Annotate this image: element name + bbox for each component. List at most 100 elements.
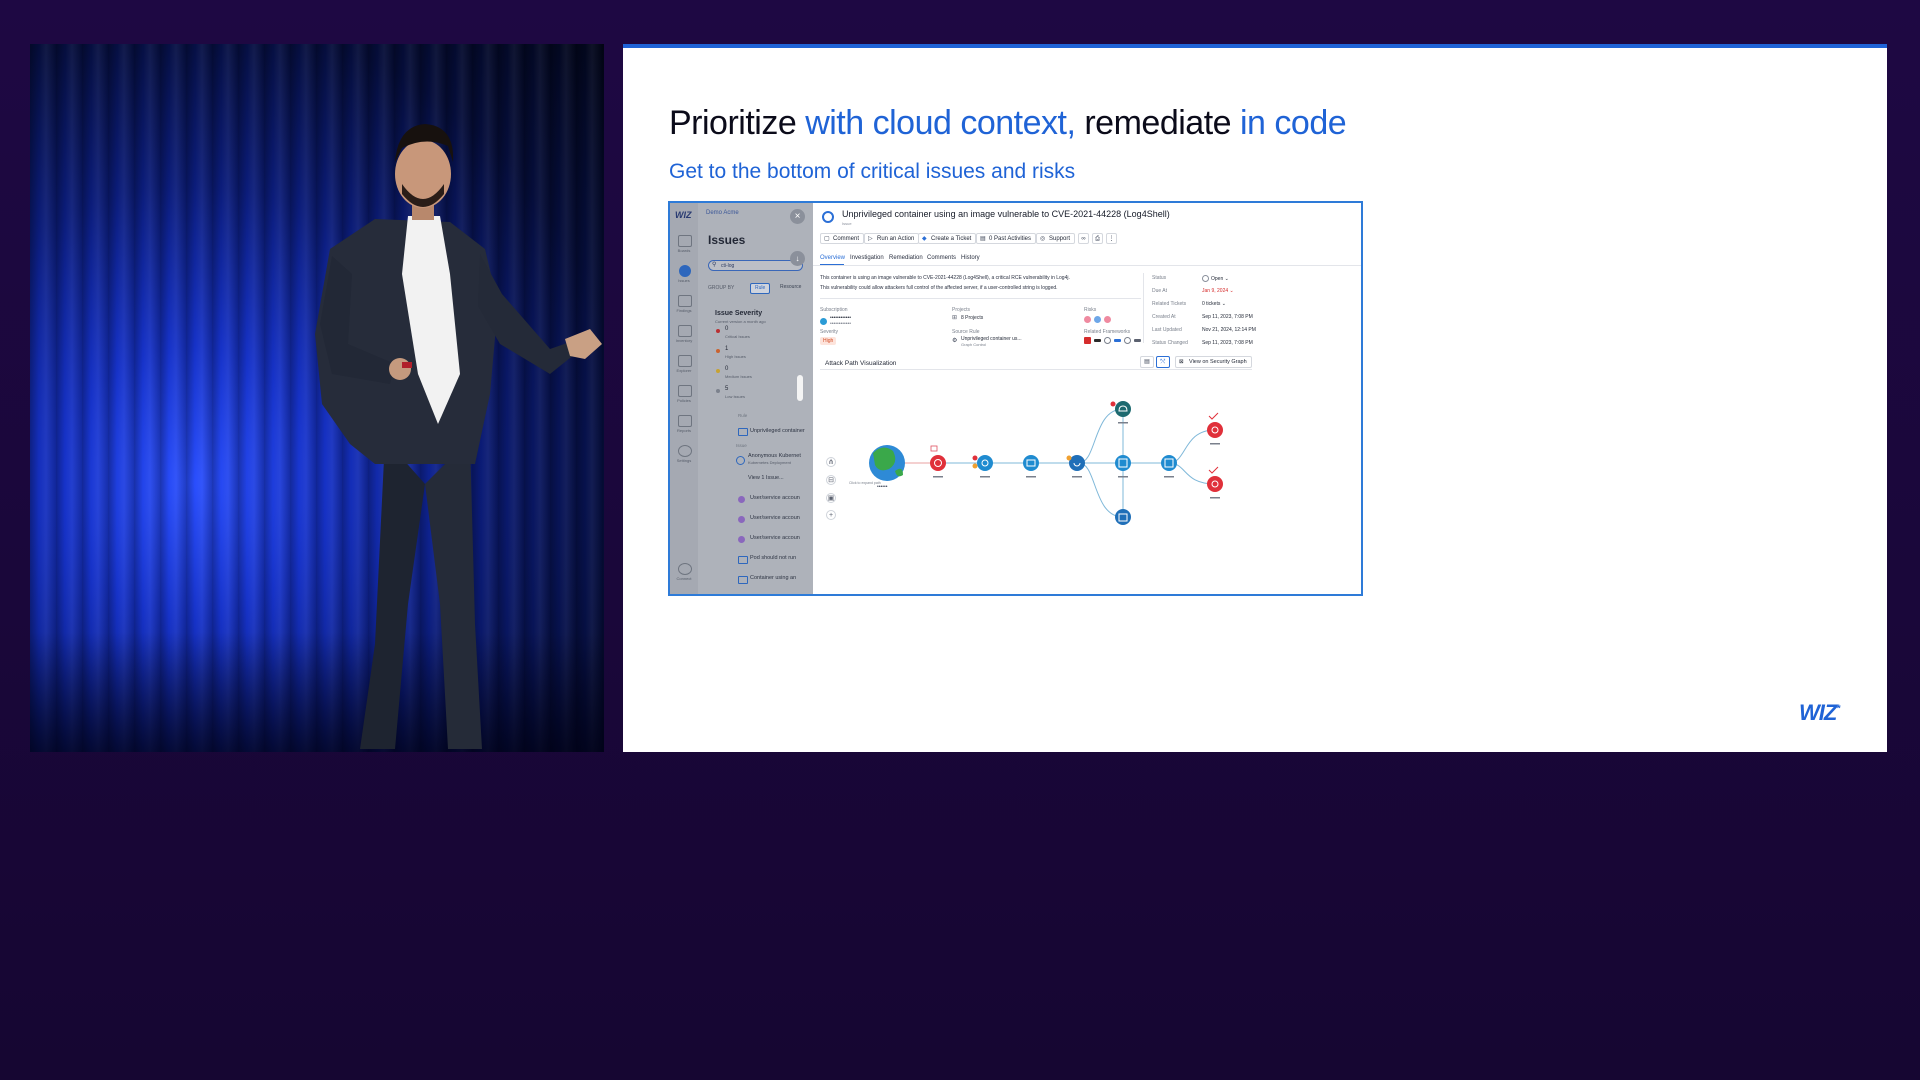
tabs-divider (813, 265, 1361, 266)
graph-svg (869, 401, 1223, 525)
tab-overview[interactable]: Overview (820, 255, 845, 261)
status-value-text: Open (1211, 275, 1224, 282)
issue-description-2: This vulnerability could allow attackers… (820, 285, 1058, 291)
projects-label: Projects (952, 307, 971, 313)
azure-icon (820, 318, 827, 325)
slide-title: Prioritize with cloud context, remediate… (669, 104, 1347, 143)
comment-label: Comment (833, 236, 860, 242)
graph-icon: ⊠ (1179, 359, 1184, 365)
comment-button[interactable]: ▢ Comment (820, 233, 865, 244)
related-tickets-value-text: 0 tickets (1202, 301, 1221, 307)
close-icon[interactable]: × (790, 209, 805, 224)
created-at-value: Sep 11, 2023, 7:08 PM (1202, 314, 1253, 320)
chevron-down-icon: ⌄ (1229, 288, 1234, 294)
issue-kind: Issue (842, 221, 852, 226)
slide-title-part3: remediate (1075, 104, 1240, 142)
slide-subtitle: Get to the bottom of critical issues and… (669, 160, 1076, 183)
subscription-label: Subscription (820, 307, 848, 313)
framework-icon (1114, 339, 1121, 342)
risk-icon (1104, 316, 1111, 323)
past-activities-label: 0 Past Activities (989, 236, 1032, 242)
created-at-label: Created At (1152, 314, 1176, 320)
projects-value[interactable]: 8 Projects (961, 315, 983, 321)
speaker-figure (315, 124, 602, 749)
list-view-icon[interactable]: ▤ (1140, 356, 1154, 368)
exposed-endpoint-node[interactable] (930, 455, 946, 471)
related-tickets-value[interactable]: 0 tickets ⌄ (1202, 301, 1226, 307)
wiz-slide-logo: WIZ* (1799, 700, 1840, 726)
attack-path-title: Attack Path Visualization (825, 360, 897, 367)
view-security-graph-button[interactable]: ⊠ View on Security Graph (1175, 356, 1252, 368)
issue-description-1: This container is using an image vulnera… (820, 275, 1070, 281)
ticket-icon: ◆ (922, 236, 927, 242)
comment-icon: ▢ (824, 236, 830, 242)
source-rule-sub: Graph Control (961, 342, 987, 347)
logo-star-icon: * (1836, 703, 1840, 715)
framework-icon (1124, 337, 1131, 344)
chevron-down-icon: ⌄ (1221, 301, 1226, 307)
status-changed-value: Sep 11, 2023, 7:08 PM (1202, 340, 1253, 346)
issues-panel: WIZ Boards Issues Findings Inventory Exp… (670, 203, 813, 594)
framework-icon (1134, 339, 1141, 342)
speaker-video (30, 44, 604, 752)
frameworks-label: Related Frameworks (1084, 329, 1131, 335)
issue-type-icon (822, 211, 834, 223)
description-divider (820, 298, 1141, 299)
wiz-slide-logo-text: WIZ (1799, 700, 1837, 725)
cloud-node[interactable] (1115, 401, 1131, 417)
tab-history[interactable]: History (961, 255, 980, 261)
due-at-value-text: Jan 9, 2024 (1202, 288, 1229, 294)
tab-remediation[interactable]: Remediation (889, 255, 923, 261)
risk-icon (1084, 316, 1091, 323)
package-node[interactable] (1161, 455, 1177, 471)
severity-badge: High (820, 337, 837, 345)
vulnerability-node[interactable] (1207, 422, 1223, 438)
due-at-value[interactable]: Jan 9, 2024 ⌄ (1202, 288, 1234, 294)
drawer-resize-handle[interactable] (797, 375, 803, 401)
run-action-button[interactable]: ▷ Run an Action (864, 233, 920, 244)
play-icon: ▷ (868, 236, 873, 242)
link-icon[interactable]: ∞ (1078, 233, 1089, 244)
app-screenshot: WIZ Boards Issues Findings Inventory Exp… (668, 201, 1363, 596)
status-changed-label: Status Changed (1152, 340, 1188, 346)
status-label: Status (1152, 275, 1167, 281)
due-at-label: Due At (1152, 288, 1168, 294)
last-updated-label: Last Updated (1152, 327, 1182, 333)
tab-comments[interactable]: Comments (927, 255, 956, 261)
risk-icon (1094, 316, 1101, 323)
related-tickets-label: Related Tickets (1152, 301, 1187, 307)
support-icon: ◎ (1040, 236, 1046, 242)
status-divider (1143, 273, 1144, 343)
support-button[interactable]: ◎ Support (1036, 233, 1076, 244)
kubernetes-node[interactable] (1115, 509, 1131, 525)
open-status-icon (1202, 275, 1209, 282)
framework-icon (1084, 337, 1091, 344)
more-icon[interactable]: ⋮ (1106, 233, 1117, 244)
activity-icon: ▤ (980, 236, 986, 242)
projects-icon: ⊞ (952, 315, 958, 321)
last-updated-value: Nov 21, 2024, 12:14 PM (1202, 327, 1256, 333)
run-action-label: Run an Action (877, 236, 915, 242)
chevron-down-icon[interactable]: ↓ (790, 251, 805, 266)
source-rule-label: Source Rule (952, 329, 980, 335)
create-ticket-button[interactable]: ◆ Create a Ticket (918, 233, 977, 244)
presentation-slide: Prioritize with cloud context, remediate… (623, 44, 1887, 752)
load-balancer-node[interactable] (977, 455, 993, 471)
image-node[interactable] (1115, 455, 1131, 471)
issue-title: Unprivileged container using an image vu… (842, 209, 1170, 219)
framework-icon (1094, 339, 1101, 342)
slide-top-bar (623, 44, 1887, 48)
expand-path-hint: Click to expand path (849, 481, 881, 485)
slide-title-part1: Prioritize (669, 104, 806, 142)
vulnerability-node[interactable] (1207, 476, 1223, 492)
print-icon[interactable]: ⎙ (1092, 233, 1103, 244)
network-node[interactable] (1023, 455, 1039, 471)
status-value[interactable]: Open ⌄ (1202, 275, 1229, 282)
graph-control-icon: ⚙ (952, 338, 958, 344)
view-security-graph-label: View on Security Graph (1189, 359, 1247, 365)
graph-view-icon[interactable]: ⤲ (1156, 356, 1170, 368)
tab-investigation[interactable]: Investigation (850, 255, 884, 261)
past-activities-button[interactable]: ▤ 0 Past Activities (976, 233, 1037, 244)
risks-label: Risks (1084, 307, 1097, 313)
attack-path-graph: ⋔ ⊟ ▣ + •••••• Click to expand path (813, 373, 1361, 594)
